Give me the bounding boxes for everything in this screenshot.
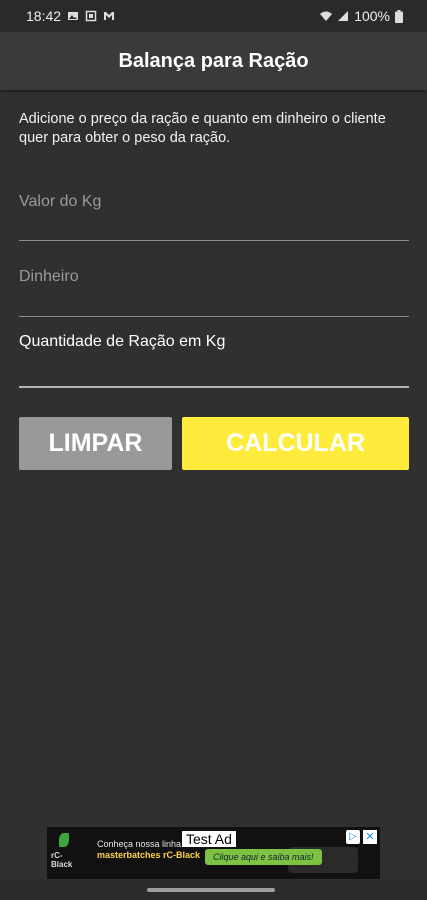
mail-icon xyxy=(104,12,115,20)
result-label: Quantidade de Ração em Kg xyxy=(19,333,226,350)
button-row: LIMPAR CALCULAR xyxy=(19,417,409,470)
ad-brand-logo: rC-Black xyxy=(51,833,77,873)
price-per-kg-input[interactable] xyxy=(19,193,409,211)
status-left: 18:42 xyxy=(26,8,115,24)
main-content: Adicione o preço da ração e quanto em di… xyxy=(19,90,409,470)
home-gesture-handle[interactable] xyxy=(147,888,275,892)
ad-info-icon[interactable]: ▷ xyxy=(346,830,360,844)
ad-line-2: masterbatches rC-Black xyxy=(97,850,201,860)
status-time: 18:42 xyxy=(26,8,62,24)
page-title: Balança para Ração xyxy=(118,49,309,72)
money-field[interactable] xyxy=(19,266,409,317)
ad-cta-button[interactable]: Clique aqui e saiba mais! xyxy=(205,849,322,865)
wifi-icon xyxy=(320,11,333,21)
description-text: Adicione o preço da ração e quanto em di… xyxy=(19,111,386,146)
image-icon xyxy=(68,12,79,20)
navigation-bar xyxy=(0,880,427,900)
signal-icon xyxy=(338,11,349,21)
status-right: 100% xyxy=(320,8,403,24)
ad-close-icon[interactable]: ✕ xyxy=(363,830,377,844)
status-bar: 18:42 100% xyxy=(0,0,427,32)
result-display: Quantidade de Ração em Kg xyxy=(19,330,409,388)
battery-percent: 100% xyxy=(354,8,390,24)
ad-banner[interactable]: rC-Black Conheça nossa linha de masterba… xyxy=(47,827,380,879)
calculate-button[interactable]: CALCULAR xyxy=(182,417,409,470)
ad-brand-name: rC-Black xyxy=(51,851,73,869)
ad-label: Test Ad xyxy=(182,831,236,847)
price-field[interactable] xyxy=(19,190,409,241)
clear-button[interactable]: LIMPAR xyxy=(19,417,172,470)
leaf-icon xyxy=(59,833,69,847)
money-input[interactable] xyxy=(19,268,409,286)
screenshot-icon xyxy=(85,10,97,22)
battery-icon xyxy=(395,9,403,23)
app-bar: Balança para Ração xyxy=(0,32,427,90)
